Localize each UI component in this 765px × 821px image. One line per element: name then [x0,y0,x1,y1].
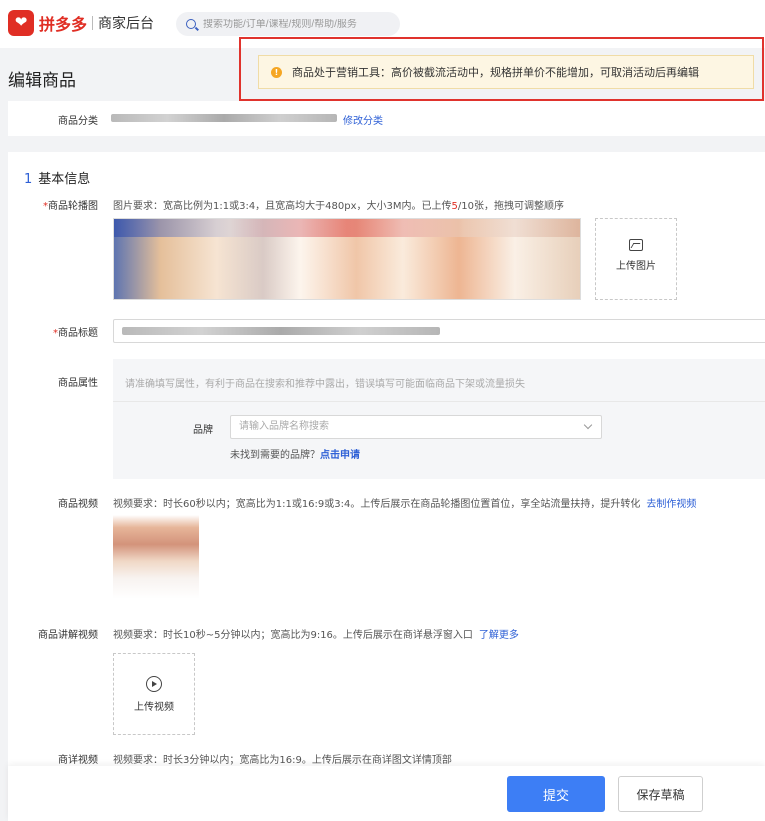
image-icon [629,239,643,251]
global-search[interactable] [176,12,400,36]
submit-button[interactable]: 提交 [507,776,605,812]
brand-name: 拼多多 [39,15,88,34]
chevron-down-icon [583,420,593,430]
brand-label: 品牌 [193,425,213,436]
brand-subtitle: 商家后台 [98,16,155,32]
detail-video-hint: 视频要求：时长3分钟以内；宽高比为16:9。上传后展示在商详图文详情顶部 [113,755,452,766]
attributes-label: 商品属性 [58,378,98,389]
attributes-panel: 请准确填写属性，有利于商品在搜索和推荐中露出，错误填写可能面临商品下架或流量损失… [113,359,765,479]
explain-video-label: 商品讲解视频 [38,630,98,641]
make-video-link[interactable]: 去制作视频 [646,499,696,510]
upload-video-label: 上传视频 [134,702,174,713]
logo[interactable]: 拼多多 商家后台 [8,10,154,36]
play-icon [146,676,162,692]
change-category-link[interactable]: 修改分类 [343,112,383,127]
alert-highlight-frame [239,37,764,101]
apply-brand-link[interactable]: 点击申请 [320,450,360,461]
explain-video-hint-text: 视频要求：时长10秒~5分钟以内；宽高比为9:16。上传后展示在商详悬浮窗入口 [113,630,473,641]
video-hint-text: 视频要求：时长60秒以内；宽高比为1:1或16:9或3:4。上传后展示在商品轮播… [113,499,641,510]
category-path-redacted [111,114,337,122]
upload-image-button[interactable]: 上传图片 [595,218,677,300]
brand-select[interactable]: 请输入品牌名称搜索 [230,415,602,439]
carousel-images-redacted[interactable] [113,218,581,300]
page-title: 编辑商品 [8,71,76,91]
carousel-hint: 图片要求：宽高比例为1:1或3:4，且宽高均大于480px，大小3M内。已上传5… [113,197,564,212]
video-label: 商品视频 [58,499,98,510]
detail-video-label: 商详视频 [58,755,98,766]
category-card: 商品分类 修改分类 [8,101,765,136]
title-label-text: 商品标题 [58,328,98,339]
section-title: 1 基本信息 [24,168,90,187]
carousel-hint-suffix: /10张，拖拽可调整顺序 [457,201,564,212]
search-icon [186,19,196,29]
search-input[interactable] [203,18,393,30]
basic-info-card: 1 基本信息 *商品轮播图 图片要求：宽高比例为1:1或3:4，且宽高均大于480… [8,152,765,772]
carousel-label-text: 商品轮播图 [48,201,98,212]
attributes-hint: 请准确填写属性，有利于商品在搜索和推荐中露出，错误填写可能面临商品下架或流量损失 [125,379,525,390]
pinduoduo-logo-icon [8,10,34,36]
logo-divider [92,16,94,30]
video-thumbnail-redacted[interactable] [113,515,199,599]
section-title-text: 基本信息 [38,172,91,187]
title-label: *商品标题 [28,324,98,339]
upload-video-button[interactable]: 上传视频 [113,653,195,735]
brand-help: 未找到需要的品牌？点击申请 [230,446,360,461]
carousel-label: *商品轮播图 [28,197,98,212]
divider [113,401,765,402]
explain-video-hint: 视频要求：时长10秒~5分钟以内；宽高比为9:16。上传后展示在商详悬浮窗入口了… [113,626,519,641]
category-label: 商品分类 [58,116,98,127]
upload-image-label: 上传图片 [616,261,656,272]
save-draft-button[interactable]: 保存草稿 [618,776,703,812]
carousel-hint-prefix: 图片要求：宽高比例为1:1或3:4，且宽高均大于480px，大小3M内。已上传 [113,201,452,212]
learn-more-link[interactable]: 了解更多 [479,630,519,641]
footer-action-bar: 提交 保存草稿 [8,766,765,821]
brand-help-text: 未找到需要的品牌？ [230,450,320,461]
product-title-redacted [122,327,440,335]
section-number: 1 [24,172,33,187]
video-hint: 视频要求：时长60秒以内；宽高比为1:1或16:9或3:4。上传后展示在商品轮播… [113,495,696,510]
brand-placeholder: 请输入品牌名称搜索 [239,421,329,432]
product-title-input[interactable] [113,319,765,343]
